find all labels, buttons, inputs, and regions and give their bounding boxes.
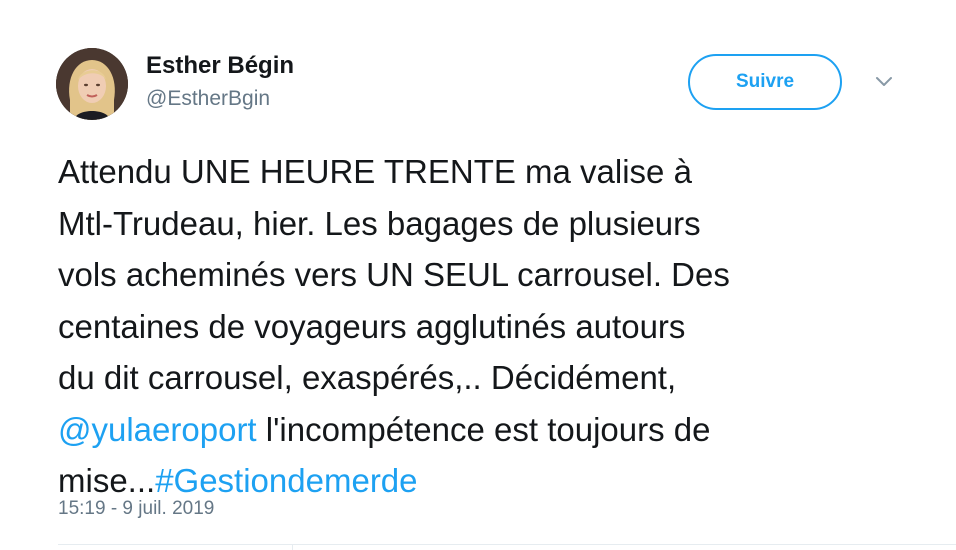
avatar[interactable] <box>56 48 128 120</box>
tweet-text-line: vols acheminés vers UN SEUL carrousel. D… <box>58 249 918 301</box>
divider-tick <box>292 544 293 550</box>
divider <box>58 544 956 545</box>
tweet-text-segment: Attendu UNE HEURE TRENTE ma valise à <box>58 153 692 190</box>
tweet-text-line: Attendu UNE HEURE TRENTE ma valise à <box>58 146 918 198</box>
user-name[interactable]: Esther Bégin <box>146 52 294 80</box>
tweet-text-segment: du dit carrousel, exaspérés,.. Décidémen… <box>58 359 677 396</box>
tweet-text-segment: Mtl-Trudeau, hier. Les bagages de plusie… <box>58 204 701 242</box>
tweet-card: Esther Bégin @EstherBgin Suivre Attendu … <box>0 0 956 550</box>
tweet-text-line: centaines de voyageurs agglutinés autour… <box>58 301 918 353</box>
chevron-down-icon[interactable] <box>872 72 896 92</box>
tweet-text-line: Mtl-Trudeau, hier. Les bagages de plusie… <box>58 198 918 250</box>
tweet-text: Attendu UNE HEURE TRENTE ma valise à Mtl-… <box>58 146 918 507</box>
tweet-text-segment: vols acheminés vers UN SEUL carrousel. D… <box>58 256 730 293</box>
tweet-text-line: @yulaeroport l'incompétence est toujours… <box>58 404 918 456</box>
profile-photo-icon <box>56 48 128 120</box>
follow-button[interactable]: Suivre <box>688 54 842 110</box>
tweet-text-segment: l'incompétence est toujours de <box>256 410 711 448</box>
mention-link[interactable]: @yulaeroport <box>58 411 257 448</box>
tweet-text-line: du dit carrousel, exaspérés,.. Décidémen… <box>58 352 918 404</box>
tweet-timestamp[interactable]: 15:19 - 9 juil. 2019 <box>58 498 214 520</box>
tweet-text-segment: centaines de voyageurs agglutinés autour… <box>58 307 686 345</box>
user-handle[interactable]: @EstherBgin <box>146 87 270 111</box>
tweet-text-segment: mise... <box>58 462 156 499</box>
hashtag-link[interactable]: #Gestiondemerde <box>155 462 417 499</box>
